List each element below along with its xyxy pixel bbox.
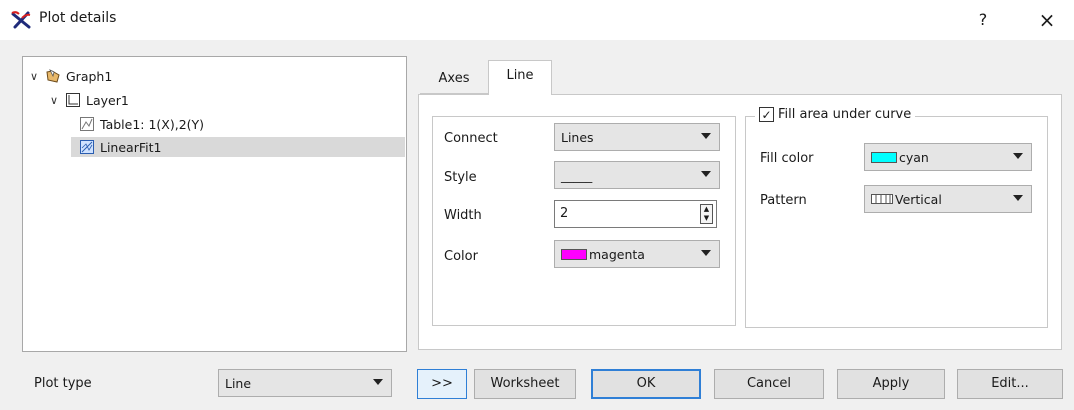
app-logo-icon bbox=[11, 11, 31, 29]
dropdown-arrow-icon bbox=[1013, 195, 1023, 201]
plot-tree[interactable]: ∨ Graph1 ∨ Layer1 Table1: 1(X),2(Y) Line… bbox=[22, 56, 407, 352]
plot-type-value: Line bbox=[225, 375, 252, 391]
tree-item-linearfit[interactable]: LinearFit1 bbox=[71, 137, 405, 157]
plot-type-label: Plot type bbox=[34, 376, 92, 391]
tree-item-label: Table1: 1(X),2(Y) bbox=[100, 116, 205, 132]
fill-area-checkbox-row[interactable]: ✓ Fill area under curve bbox=[755, 107, 916, 122]
tree-item-table-curve[interactable]: Table1: 1(X),2(Y) bbox=[75, 114, 204, 134]
style-label: Style bbox=[444, 170, 477, 185]
title-bar bbox=[0, 0, 1074, 40]
style-select[interactable]: _____ bbox=[554, 161, 720, 189]
style-value: _____ bbox=[561, 167, 593, 183]
pattern-value: Vertical bbox=[895, 191, 942, 207]
tab-axes[interactable]: Axes bbox=[420, 64, 488, 94]
vertical-pattern-icon bbox=[871, 194, 893, 204]
window-title: Plot details bbox=[39, 10, 117, 26]
close-button[interactable]: × bbox=[1030, 6, 1064, 34]
tree-item-label: LinearFit1 bbox=[100, 139, 162, 155]
fill-area-label: Fill area under curve bbox=[778, 107, 912, 122]
tree-item-label: Layer1 bbox=[86, 92, 129, 108]
spin-arrows-icon[interactable]: ▲ ▼ bbox=[700, 204, 713, 224]
ok-button[interactable]: OK bbox=[591, 369, 701, 399]
chevron-down-icon[interactable]: ∨ bbox=[27, 69, 41, 83]
width-label: Width bbox=[444, 208, 482, 223]
tree-item-layer[interactable]: ∨ Layer1 bbox=[47, 90, 129, 110]
connect-select[interactable]: Lines bbox=[554, 123, 720, 151]
width-value: 2 bbox=[560, 206, 569, 221]
fill-color-swatch bbox=[871, 151, 897, 163]
pattern-select[interactable]: Vertical bbox=[864, 185, 1032, 213]
dropdown-arrow-icon bbox=[701, 133, 711, 139]
connect-label: Connect bbox=[444, 131, 498, 146]
graph-folder-icon bbox=[46, 69, 60, 83]
cancel-button[interactable]: Cancel bbox=[714, 369, 824, 399]
fill-area-checkbox[interactable]: ✓ bbox=[759, 107, 774, 122]
dropdown-arrow-icon bbox=[373, 379, 383, 385]
tab-line[interactable]: Line bbox=[488, 60, 552, 95]
chevron-down-icon[interactable]: ∨ bbox=[47, 93, 61, 107]
help-button[interactable]: ? bbox=[968, 6, 998, 34]
worksheet-button[interactable]: Worksheet bbox=[474, 369, 576, 399]
fill-color-label: Fill color bbox=[760, 151, 814, 166]
dropdown-arrow-icon bbox=[701, 250, 711, 256]
color-swatch bbox=[561, 248, 587, 260]
dropdown-arrow-icon bbox=[701, 171, 711, 177]
width-spinbox[interactable]: 2 ▲ ▼ bbox=[554, 200, 717, 228]
layer-icon bbox=[66, 93, 80, 107]
edit-button[interactable]: Edit... bbox=[957, 369, 1063, 399]
connect-value: Lines bbox=[561, 129, 594, 145]
fit-curve-icon bbox=[80, 140, 94, 154]
tree-item-label: Graph1 bbox=[66, 68, 113, 84]
tree-item-graph[interactable]: ∨ Graph1 bbox=[27, 66, 112, 86]
color-label: Color bbox=[444, 249, 478, 264]
expand-button[interactable]: >> bbox=[417, 369, 467, 399]
plot-type-select[interactable]: Line bbox=[218, 369, 392, 397]
fill-color-value: cyan bbox=[899, 149, 929, 165]
pattern-label: Pattern bbox=[760, 193, 807, 208]
plot-curve-icon bbox=[80, 117, 94, 131]
apply-button[interactable]: Apply bbox=[837, 369, 945, 399]
fill-color-select[interactable]: cyan bbox=[864, 143, 1032, 171]
color-select[interactable]: magenta bbox=[554, 240, 720, 268]
color-value: magenta bbox=[589, 246, 645, 262]
dropdown-arrow-icon bbox=[1013, 153, 1023, 159]
